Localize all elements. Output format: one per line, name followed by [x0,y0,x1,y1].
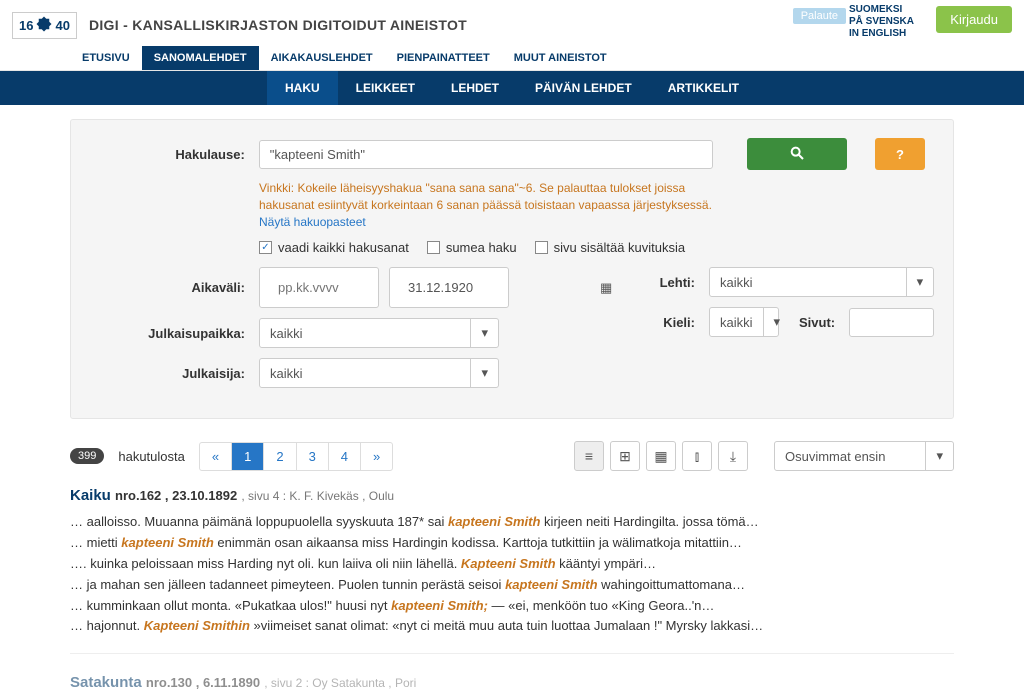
grid-icon: ▦ [654,448,667,465]
login-button[interactable]: Kirjaudu [936,6,1012,33]
page-prev[interactable]: « [200,443,232,470]
lang-fi[interactable]: SUOMEKSI [849,4,914,16]
check-fuzzy[interactable]: sumea haku [427,240,517,255]
checkbox-icon: ✓ [259,241,272,254]
tab-etusivu[interactable]: ETUSIVU [70,46,142,70]
label-query: Hakulause: [89,147,249,162]
snippet-line: … aalloisso. Muuanna päimänä loppupuolel… [70,512,954,533]
logo-year: 16 [19,18,33,33]
label-publisher: Julkaisija: [89,366,249,381]
search-hint: Vinkki: Kokeile läheisyyshakua "sana san… [259,180,739,230]
logo[interactable]: 16 40 [12,12,77,39]
pagination: « 1 2 3 4 » [199,442,393,471]
tab-sanomalehdet[interactable]: SANOMALEHDET [142,46,259,70]
primary-tabs: ETUSIVU SANOMALEHDET AIKAKAUSLEHDET PIEN… [0,46,1024,71]
view-grid-button[interactable]: ▦ [646,441,676,471]
export-icon: ⤓ [730,448,736,465]
tab-muut-aineistot[interactable]: MUUT AINEISTOT [502,46,619,70]
checkbox-icon [427,241,440,254]
logo-crest-icon [35,15,53,36]
place-select[interactable]: kaikki ▾ [259,318,499,348]
label-pages: Sivut: [799,315,839,330]
lang-sv[interactable]: PÅ SVENSKA [849,16,914,28]
nav-haku[interactable]: HAKU [267,71,338,105]
snippet-line: … kumminkaan ollut monta. «Pukatkaa ulos… [70,596,954,617]
label-journal: Lehti: [539,275,699,290]
search-input[interactable] [259,140,713,169]
search-icon [789,145,805,164]
chevron-down-icon: ▾ [470,319,498,347]
snippet-line: … ja mahan sen jälleen tadanneet pimeyte… [70,575,954,596]
lang-en[interactable]: IN ENGLISH [849,28,914,40]
view-chart-button[interactable]: ⫾ [682,441,712,471]
search-panel: Hakulause: ? Vinkki: Kokeile läheisyysha… [70,119,954,419]
search-button[interactable] [747,138,847,170]
label-place: Julkaisupaikka: [89,326,249,341]
page-next[interactable]: » [361,443,392,470]
snippet-line: … mietti kapteeni Smith enimmän osan aik… [70,533,954,554]
page-1[interactable]: 1 [232,443,264,470]
pages-input[interactable] [849,308,934,337]
checkbox-icon [535,241,548,254]
view-export-button[interactable]: ⤓ [718,441,748,471]
tab-aikakauslehdet[interactable]: AIKAKAUSLEHDET [259,46,385,70]
publisher-select[interactable]: kaikki ▾ [259,358,499,388]
sort-select[interactable]: Osuvimmat ensin ▾ [774,441,954,471]
divider [70,653,954,654]
label-time: Aikaväli: [89,280,249,295]
page-3[interactable]: 3 [297,443,329,470]
label-lang: Kieli: [539,315,699,330]
result-heading[interactable]: Kaiku nro.162 , 23.10.1892 , sivu 4 : K.… [70,487,954,504]
detail-icon: ⊞ [619,448,631,465]
date-to[interactable]: ▦ [389,267,509,308]
chevron-down-icon: ▾ [925,442,953,470]
result-count-label: hakutulosta [118,449,185,464]
chevron-down-icon: ▾ [906,268,934,296]
nav-artikkelit[interactable]: ARTIKKELIT [650,71,757,105]
sub-nav: HAKU LEIKKEET LEHDET PÄIVÄN LEHDET ARTIK… [0,71,1024,105]
check-illustrated[interactable]: sivu sisältää kuvituksia [535,240,686,255]
result-snippets: … aalloisso. Muuanna päimänä loppupuolel… [70,512,954,637]
chevron-down-icon: ▾ [763,308,791,336]
nav-paivan-lehdet[interactable]: PÄIVÄN LEHDET [517,71,650,105]
list-icon: ≡ [585,448,593,464]
search-result: Kaiku nro.162 , 23.10.1892 , sivu 4 : K.… [0,477,1024,643]
result-heading[interactable]: Satakunta nro.130 , 6.11.1890 , sivu 2 :… [70,674,954,691]
lang-select[interactable]: kaikki ▾ [709,307,779,337]
help-icon: ? [896,147,904,162]
hint-link[interactable]: Näytä hakuopasteet [259,215,366,229]
result-count-badge: 399 [70,448,104,464]
feedback-button[interactable]: Palaute [793,8,846,24]
date-from[interactable]: ▦ [259,267,379,308]
chart-icon: ⫾ [695,448,699,465]
snippet-line: … hajonnut. Kapteeni Smithin »viimeiset … [70,616,954,637]
journal-select[interactable]: kaikki ▾ [709,267,934,297]
nav-lehdet[interactable]: LEHDET [433,71,517,105]
language-switcher[interactable]: SUOMEKSI PÅ SVENSKA IN ENGLISH [849,4,914,40]
view-list-button[interactable]: ≡ [574,441,604,471]
help-button[interactable]: ? [875,138,925,170]
check-require-all[interactable]: ✓vaadi kaikki hakusanat [259,240,409,255]
page-2[interactable]: 2 [264,443,296,470]
site-title: DIGI - KANSALLISKIRJASTON DIGITOIDUT AIN… [89,17,467,33]
nav-leikkeet[interactable]: LEIKKEET [338,71,433,105]
page-4[interactable]: 4 [329,443,361,470]
view-detail-button[interactable]: ⊞ [610,441,640,471]
search-result: Satakunta nro.130 , 6.11.1890 , sivu 2 :… [0,664,1024,691]
chevron-down-icon: ▾ [470,359,498,387]
tab-pienpainatteet[interactable]: PIENPAINATTEET [385,46,502,70]
logo-year-2: 40 [55,18,69,33]
snippet-line: …. kuinka peloissaan miss Harding nyt ol… [70,554,954,575]
